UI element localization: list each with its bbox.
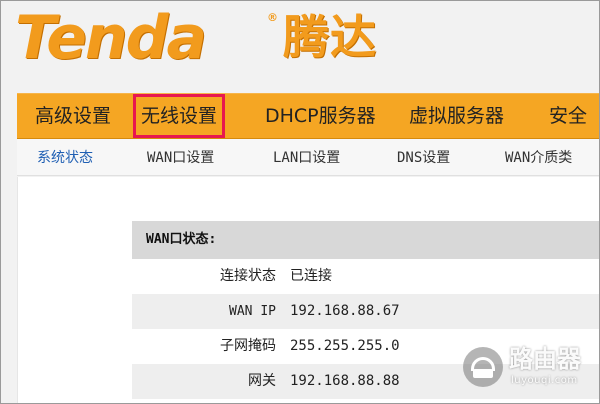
row-value: 已连接	[290, 268, 332, 284]
tenda-logo: Tenda	[15, 3, 207, 73]
subnav-system-status[interactable]: 系统状态	[37, 139, 93, 175]
panel-title: WAN口状态:	[132, 221, 599, 259]
row-value: 192.168.88.88	[290, 373, 400, 389]
subnav-dns-settings[interactable]: DNS设置	[397, 139, 450, 175]
watermark-text: 路由器	[509, 345, 581, 373]
row-value: 255.255.255.0	[290, 338, 400, 354]
registered-mark: ®	[267, 11, 278, 24]
header: Tenda ® 腾达	[1, 1, 599, 89]
status-row: 连接状态 已连接	[132, 259, 599, 294]
main-nav: 高级设置 无线设置 DHCP服务器 虚拟服务器 安全	[17, 93, 599, 139]
row-label: 网关	[248, 373, 276, 389]
row-label: WAN IP	[229, 304, 276, 319]
row-label: 连接状态	[220, 268, 276, 284]
nav-wireless-settings[interactable]: 无线设置	[133, 94, 226, 138]
nav-security[interactable]: 安全	[549, 94, 587, 138]
subnav-wan-medium[interactable]: WAN介质类	[505, 139, 572, 175]
row-value: 192.168.88.67	[290, 303, 400, 319]
router-icon	[463, 347, 503, 387]
subnav-wan-settings[interactable]: WAN口设置	[147, 139, 214, 175]
sub-nav: 系统状态 WAN口设置 LAN口设置 DNS设置 WAN介质类	[17, 139, 599, 176]
watermark: 路由器 luyouqi.com	[463, 343, 589, 395]
nav-dhcp-server[interactable]: DHCP服务器	[265, 94, 376, 138]
watermark-subtext: luyouqi.com	[511, 375, 578, 386]
nav-virtual-server[interactable]: 虚拟服务器	[409, 94, 504, 138]
row-label: 子网掩码	[220, 338, 276, 354]
router-admin-window: Tenda ® 腾达 高级设置 无线设置 DHCP服务器 虚拟服务器 安全 系统…	[0, 0, 600, 404]
subnav-lan-settings[interactable]: LAN口设置	[273, 139, 340, 175]
nav-advanced-settings[interactable]: 高级设置	[35, 94, 111, 138]
brand-chinese-name: 腾达	[283, 10, 377, 64]
status-row: WAN IP 192.168.88.67	[132, 294, 599, 329]
